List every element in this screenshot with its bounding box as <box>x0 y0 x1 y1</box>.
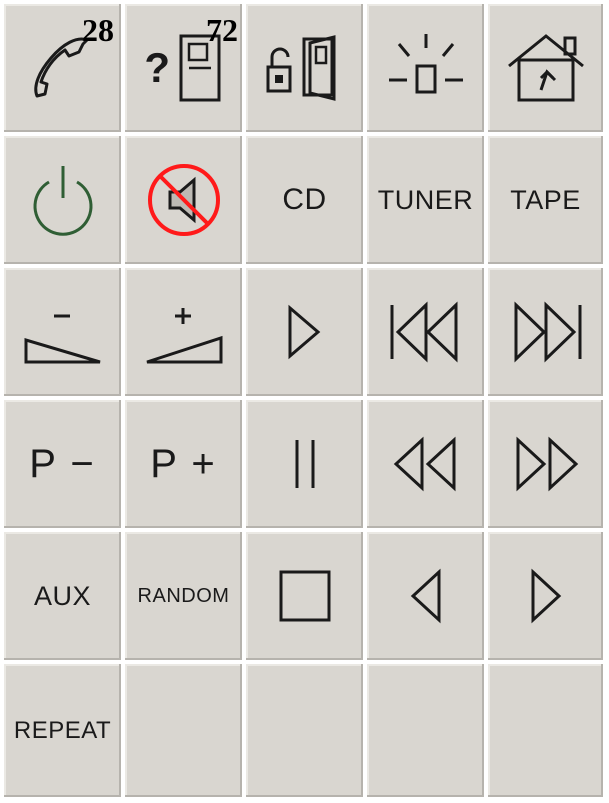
light-icon <box>388 34 463 94</box>
repeat-button[interactable]: REPEAT <box>4 664 125 801</box>
question-mark-glyph: ? <box>144 44 171 91</box>
left-button[interactable] <box>367 532 488 664</box>
skip-next-icon <box>514 301 581 363</box>
stop-icon <box>279 570 330 622</box>
next-track-button[interactable] <box>488 268 607 400</box>
play-button[interactable] <box>246 268 367 400</box>
power-icon <box>33 166 92 236</box>
overlay-number-left: 28 <box>82 12 114 48</box>
random-button[interactable]: RANDOM <box>125 532 246 664</box>
unlock-door-icon <box>266 35 335 101</box>
tape-button[interactable]: TAPE <box>488 136 607 268</box>
empty-button[interactable] <box>367 664 488 801</box>
home-button[interactable] <box>488 4 607 136</box>
preset-up-button[interactable]: P + <box>125 400 246 532</box>
repeat-label: REPEAT <box>13 716 112 744</box>
rewind-icon <box>393 436 455 492</box>
light-button[interactable] <box>367 4 488 136</box>
home-icon <box>507 34 584 102</box>
pause-icon <box>295 440 314 488</box>
aux-button[interactable]: AUX <box>4 532 125 664</box>
preset-down-label: P − <box>29 441 96 486</box>
play-icon <box>288 304 320 360</box>
tuner-button[interactable]: TUNER <box>367 136 488 268</box>
volume-down-button[interactable] <box>4 268 125 400</box>
empty-button[interactable] <box>246 664 367 801</box>
rewind-button[interactable] <box>367 400 488 532</box>
power-button[interactable] <box>4 136 125 268</box>
left-arrow-icon <box>410 568 440 624</box>
volume-up-icon <box>146 308 222 364</box>
mute-button[interactable] <box>125 136 246 268</box>
mute-icon <box>147 164 220 236</box>
tuner-label: TUNER <box>377 184 474 215</box>
preset-up-label: P + <box>150 441 217 486</box>
previous-track-button[interactable] <box>367 268 488 400</box>
right-button[interactable] <box>488 532 607 664</box>
tape-label: TAPE <box>510 184 581 215</box>
stop-button[interactable] <box>246 532 367 664</box>
preset-down-button[interactable]: P − <box>4 400 125 532</box>
aux-label: AUX <box>33 580 92 611</box>
empty-button[interactable] <box>488 664 607 801</box>
overlay-number-right: 72 <box>206 12 238 48</box>
cd-label: CD <box>282 183 327 216</box>
volume-up-button[interactable] <box>125 268 246 400</box>
skip-previous-icon <box>390 301 457 363</box>
fast-forward-button[interactable] <box>488 400 607 532</box>
right-arrow-icon <box>531 568 561 624</box>
cd-button[interactable]: CD <box>246 136 367 268</box>
unlock-door-button[interactable] <box>246 4 367 136</box>
pause-button[interactable] <box>246 400 367 532</box>
fast-forward-icon <box>516 436 578 492</box>
remote-button-grid: ? CD TUNER TAPE P − P + AUX RANDOM REPEA… <box>4 4 607 801</box>
random-label: RANDOM <box>137 584 230 607</box>
volume-down-icon <box>24 314 100 364</box>
empty-button[interactable] <box>125 664 246 801</box>
